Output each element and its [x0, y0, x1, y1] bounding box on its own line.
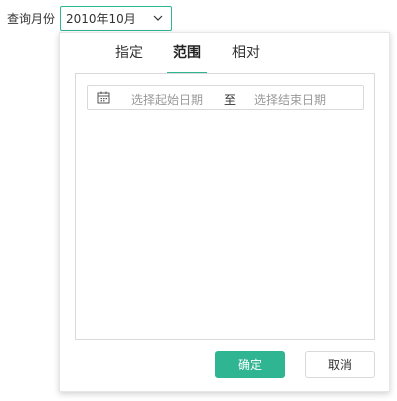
- confirm-button[interactable]: 确定: [215, 351, 285, 378]
- date-picker-panel: 指定 范围 相对 选择起始日期 至 选择结束日期 确定 取消: [59, 32, 390, 392]
- selected-month-value: 2010年10月: [66, 12, 136, 26]
- tab-range[interactable]: 范围: [173, 43, 201, 63]
- tab-relative[interactable]: 相对: [232, 43, 260, 63]
- month-select[interactable]: 2010年10月: [60, 6, 172, 31]
- range-content: 选择起始日期 至 选择结束日期: [75, 73, 375, 340]
- chevron-down-icon: [153, 15, 163, 21]
- tab-specify[interactable]: 指定: [115, 43, 143, 63]
- month-query-widget: 查询月份 2010年10月 指定 范围 相对 选择起始日期 至 选择结束日期 确…: [0, 0, 397, 401]
- range-separator: 至: [224, 93, 237, 107]
- calendar-icon: [97, 91, 110, 104]
- end-date-field[interactable]: 选择结束日期: [254, 91, 326, 108]
- query-month-label: 查询月份: [7, 12, 56, 26]
- tab-bar: 指定 范围 相对: [60, 43, 389, 75]
- date-range-input[interactable]: 选择起始日期 至 选择结束日期: [87, 85, 364, 110]
- cancel-button[interactable]: 取消: [305, 351, 375, 378]
- start-date-field[interactable]: 选择起始日期: [131, 91, 203, 108]
